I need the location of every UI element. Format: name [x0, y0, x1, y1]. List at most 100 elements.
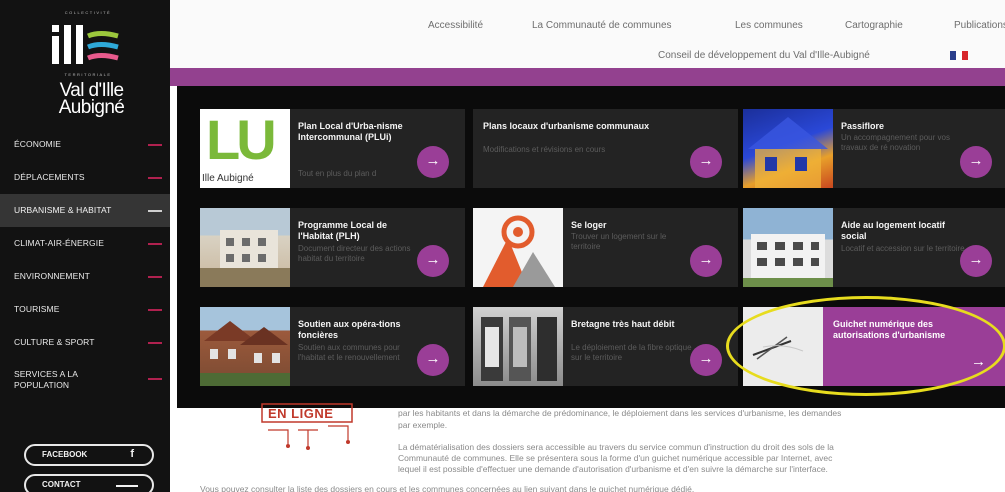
contact-button[interactable]: CONTACT [24, 474, 154, 492]
body-text-line: par les habitants et dans la démarche de… [398, 408, 842, 418]
apartment-icon [743, 234, 833, 287]
sidebar-item-label: ÉCONOMIE [14, 139, 62, 149]
facebook-label: FACEBOOK [42, 450, 88, 459]
card-description: Modifications et révisions en cours [483, 145, 606, 154]
menu-accent-bar [170, 68, 1005, 86]
arrow-button[interactable]: → [690, 344, 722, 376]
card-description: Le déploiement de la fibre optique sur l… [571, 343, 692, 362]
top-link-communes[interactable]: Les communes [735, 20, 803, 31]
logo-name: Val d'Ille Aubigné [44, 81, 139, 118]
card-logement-social[interactable]: Aide au logement locatif social Locatif … [743, 208, 1005, 287]
plui-logo-subtext: Ille Aubigné [202, 173, 254, 184]
arrow-right-icon: → [425, 350, 441, 367]
site-logo[interactable]: COLLECTIVITÉ TERRITORIALE Val d'Ille Aub… [40, 10, 135, 125]
sidebar-item-label: CULTURE & SPORT [14, 337, 95, 347]
fiber-photo [473, 307, 563, 386]
building-photo [200, 208, 290, 287]
card-description: Locatif et accession sur le territoire [841, 244, 965, 253]
card-title: Passiflore [841, 121, 885, 131]
dash-icon [148, 144, 162, 146]
card-title: Plans locaux d'urbanisme communaux [483, 121, 650, 131]
top-link-publications[interactable]: Publications [954, 20, 1005, 31]
dash-icon [148, 210, 162, 212]
en-ligne-stamp-text: EN LIGNE [268, 406, 334, 421]
french-flag-icon[interactable] [950, 51, 968, 60]
building-icon [200, 230, 290, 287]
top-navigation: Accessibilité La Communauté de communes … [170, 0, 1005, 68]
arrow-button[interactable]: → [690, 146, 722, 178]
body-text-line: Communauté de communes. Elle se présente… [398, 453, 833, 463]
card-plui[interactable]: LU Ille Aubigné Plan Local d'Urba-nisme … [200, 109, 465, 188]
dash-icon [148, 177, 162, 179]
sidebar-item-culture[interactable]: CULTURE & SPORT [0, 326, 170, 359]
body-text-line: La dématérialisation des dossiers sera a… [398, 442, 834, 452]
sidebar-item-label-line2: POPULATION [14, 380, 70, 390]
highlight-ellipse [726, 296, 1005, 396]
dash-icon [148, 342, 162, 344]
arrow-right-icon: → [425, 152, 441, 169]
card-se-loger[interactable]: Se loger Trouver un logement sur le terr… [473, 208, 738, 287]
apartment-photo [743, 208, 833, 287]
card-description: Tout en plus du plan d [298, 169, 377, 178]
sidebar-item-deplacements[interactable]: DÉPLACEMENTS [0, 161, 170, 194]
logo-mark-icon [52, 25, 119, 64]
sidebar-item-label: SERVICES A LA POPULATION [14, 369, 78, 391]
sidebar-item-environnement[interactable]: ENVIRONNEMENT [0, 260, 170, 293]
logo-bottom-text: TERRITORIALE [64, 72, 112, 77]
plui-logo-image: LU Ille Aubigné [200, 109, 290, 188]
arrow-right-icon: → [968, 152, 984, 169]
sidebar-item-tourisme[interactable]: TOURISME [0, 293, 170, 326]
arrow-button[interactable]: → [417, 344, 449, 376]
card-description: Trouver un logement sur le territoire [571, 232, 667, 251]
sidebar-item-services[interactable]: SERVICES A LA POPULATION [0, 360, 170, 400]
arrow-button[interactable]: → [960, 245, 992, 277]
dash-icon [148, 276, 162, 278]
arrow-right-icon: → [968, 251, 984, 268]
sidebar: COLLECTIVITÉ TERRITORIALE Val d'Ille Aub… [0, 0, 170, 492]
target-logo-icon [483, 215, 555, 287]
card-plh[interactable]: Programme Local de l'Habitat (PLH) Docum… [200, 208, 465, 287]
arrow-button[interactable]: → [417, 245, 449, 277]
facebook-icon: f [130, 448, 134, 460]
top-link-accessibilite[interactable]: Accessibilité [428, 20, 483, 31]
sidebar-item-economie[interactable]: ÉCONOMIE [0, 128, 170, 161]
sidebar-item-climat[interactable]: CLIMAT-AIR-ÉNERGIE [0, 227, 170, 260]
top-link-conseil[interactable]: Conseil de développement du Val d'Ille-A… [658, 50, 870, 61]
dash-icon [148, 378, 162, 380]
sidebar-item-label: URBANISME & HABITAT [14, 205, 112, 215]
arrow-button[interactable]: → [417, 146, 449, 178]
top-link-communaute[interactable]: La Communauté de communes [532, 20, 672, 31]
arrow-right-icon: → [698, 251, 714, 268]
card-description: Soutien aux communes pour l'habitat et l… [298, 343, 400, 362]
card-operations-foncieres[interactable]: Soutien aux opéra-tions foncières Soutie… [200, 307, 465, 386]
arrow-button[interactable]: → [960, 146, 992, 178]
facebook-button[interactable]: FACEBOOK f [24, 444, 154, 466]
card-title: Bretagne très haut débit [571, 319, 675, 329]
sidebar-item-urbanisme[interactable]: URBANISME & HABITAT [0, 194, 170, 227]
thermal-house-image [743, 109, 833, 188]
card-title: Plan Local d'Urba-nisme Intercommunal (P… [298, 121, 403, 142]
card-title: Aide au logement locatif social [841, 220, 946, 241]
page-root: COLLECTIVITÉ TERRITORIALE Val d'Ille Aub… [0, 0, 1005, 492]
card-title: Soutien aux opéra-tions foncières [298, 319, 401, 340]
body-text-line: Vous pouvez consulter la liste des dossi… [200, 484, 695, 492]
dash-icon [148, 309, 162, 311]
card-plu-communaux[interactable]: Plans locaux d'urbanisme communaux Modif… [473, 109, 738, 188]
sidebar-item-label: TOURISME [14, 304, 60, 314]
se-loger-logo [473, 208, 563, 287]
card-title: Se loger [571, 220, 607, 230]
sidebar-item-label: DÉPLACEMENTS [14, 172, 85, 182]
dash-icon [148, 243, 162, 245]
card-tres-haut-debit[interactable]: Bretagne très haut débit Le déploiement … [473, 307, 738, 386]
top-link-cartographie[interactable]: Cartographie [845, 20, 903, 31]
sidebar-item-label: ENVIRONNEMENT [14, 271, 90, 281]
body-text-line: par exemple. [398, 420, 448, 430]
logo-top-text: COLLECTIVITÉ [64, 10, 112, 15]
card-description: Document directeur des actions habitat d… [298, 244, 411, 263]
arrow-button[interactable]: → [690, 245, 722, 277]
logo-name-line2: Aubigné [58, 97, 125, 118]
arrow-right-icon: → [698, 152, 714, 169]
card-passiflore[interactable]: Passiflore Un accompagnement pour vos tr… [743, 109, 1005, 188]
contact-label: CONTACT [42, 480, 81, 489]
body-text-line: lequel il est possible d'effectuer une d… [398, 464, 828, 474]
